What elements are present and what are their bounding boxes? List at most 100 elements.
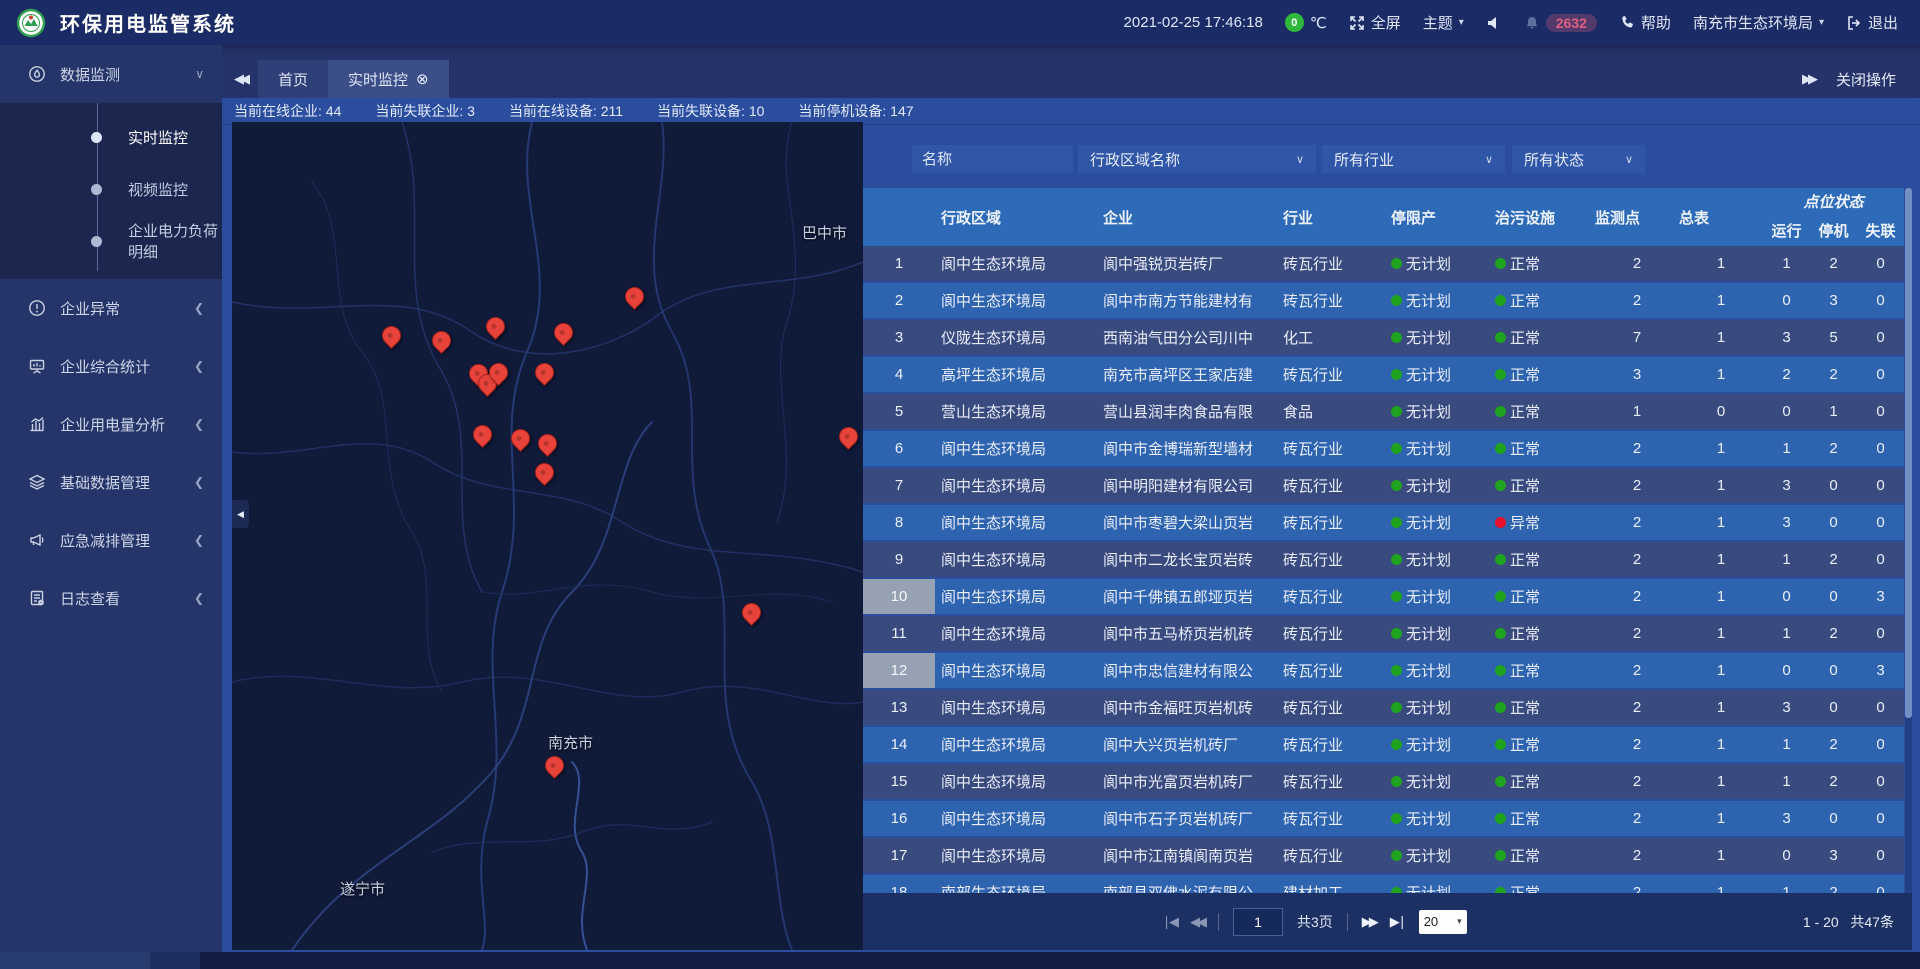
- prev-page-button[interactable]: ◀◀: [1190, 914, 1204, 930]
- name-filter-input[interactable]: [912, 151, 1073, 168]
- notifications[interactable]: 2632: [1524, 14, 1597, 32]
- cell-industry: 砖瓦行业: [1283, 431, 1391, 466]
- cell-treatment: 正常: [1495, 801, 1595, 836]
- status-dot-icon: [1495, 591, 1506, 602]
- sidebar-item-6[interactable]: 应急减排管理 ❮: [0, 511, 222, 569]
- cell-index: 3: [863, 320, 935, 355]
- page-number-input[interactable]: [1233, 908, 1283, 936]
- table-row[interactable]: 8阆中生态环境局阆中市枣碧大梁山页岩砖瓦行业无计划异常21300: [863, 505, 1904, 540]
- region-filter-select[interactable]: 行政区域名称 ∨: [1078, 145, 1316, 173]
- cell-stop-limit: 无计划: [1391, 431, 1495, 466]
- status-dot-icon: [1495, 739, 1506, 750]
- table-row[interactable]: 16阆中生态环境局阆中市石子页岩机砖厂砖瓦行业无计划正常21300: [863, 801, 1904, 836]
- scrollbar-thumb[interactable]: [1905, 188, 1912, 718]
- cell-company: 阆中市光富页岩机砖厂: [1103, 764, 1283, 799]
- sidebar-subitem[interactable]: 企业电力负荷明细: [0, 215, 222, 267]
- tab-close-icon[interactable]: ⊗: [416, 72, 429, 87]
- table-row[interactable]: 2阆中生态环境局阆中市南方节能建材有砖瓦行业无计划正常21030: [863, 283, 1904, 318]
- table-row[interactable]: 11阆中生态环境局阆中市五马桥页岩机砖砖瓦行业无计划正常21120: [863, 616, 1904, 651]
- sidebar-subitem[interactable]: 实时监控: [0, 111, 222, 163]
- sidebar-item-3[interactable]: 企业综合统计❮: [0, 337, 222, 395]
- status-filter-select[interactable]: 所有状态 ∨: [1512, 145, 1645, 173]
- sidebar-item-4[interactable]: 企业用电量分析❮: [0, 395, 222, 453]
- app-header: 环保用电监管系统 2021-02-25 17:46:18 0 ℃ 全屏 主题 ▾…: [0, 0, 1920, 45]
- cell-stop-limit: 无计划: [1391, 727, 1495, 762]
- cell-stopped: 0: [1810, 579, 1857, 614]
- help-button[interactable]: 帮助: [1619, 12, 1671, 33]
- table-row[interactable]: 12阆中生态环境局阆中市忠信建材有限公砖瓦行业无计划正常21003: [863, 653, 1904, 688]
- sidebar-item-label: 应急减排管理: [60, 530, 150, 551]
- status-dot-icon: [1391, 295, 1402, 306]
- cell-stopped: 5: [1810, 320, 1857, 355]
- industry-filter-select[interactable]: 所有行业 ∨: [1322, 145, 1505, 173]
- table-row[interactable]: 1阆中生态环境局阆中强锐页岩砖厂砖瓦行业无计划正常21120: [863, 246, 1904, 281]
- status-dot-icon: [1495, 628, 1506, 639]
- cell-offline: 0: [1857, 690, 1904, 725]
- fullscreen-button[interactable]: 全屏: [1349, 12, 1401, 33]
- name-filter-field[interactable]: [912, 145, 1073, 173]
- stat-item: 当前在线设备: 211: [509, 101, 623, 121]
- status-dot-icon: [1495, 665, 1506, 676]
- table-row[interactable]: 9阆中生态环境局阆中市二龙长宝页岩砖砖瓦行业无计划正常21120: [863, 542, 1904, 577]
- col-total-meter: 总表: [1679, 188, 1763, 246]
- table-row[interactable]: 15阆中生态环境局阆中市光富页岩机砖厂砖瓦行业无计划正常21120: [863, 764, 1904, 799]
- sidebar-subitem[interactable]: 视频监控: [0, 163, 222, 215]
- cell-industry: 砖瓦行业: [1283, 505, 1391, 540]
- tab-实时监控[interactable]: 实时监控⊗: [328, 60, 449, 98]
- next-page-button[interactable]: ▶▶: [1362, 914, 1376, 930]
- tabs-scroll-right-icon[interactable]: ▶▶: [1790, 60, 1826, 98]
- chevron-down-icon: ▾: [1457, 916, 1462, 927]
- org-menu[interactable]: 南充市生态环境局 ▾: [1693, 12, 1824, 33]
- stat-item: 当前失联企业: 3: [375, 101, 475, 121]
- mute-button[interactable]: [1486, 15, 1502, 31]
- table-row[interactable]: 10阆中生态环境局阆中千佛镇五郎垭页岩砖瓦行业无计划正常21003: [863, 579, 1904, 614]
- map-collapse-button[interactable]: ◀: [232, 500, 249, 528]
- sidebar-item-5[interactable]: 基础数据管理❮: [0, 453, 222, 511]
- cell-region: 阆中生态环境局: [935, 727, 1103, 762]
- cell-stopped: 2: [1810, 246, 1857, 281]
- table-row[interactable]: 3仪陇生态环境局西南油气田分公司川中化工无计划正常71350: [863, 320, 1904, 355]
- table-row[interactable]: 4高坪生态环境局南充市高坪区王家店建砖瓦行业无计划正常31220: [863, 357, 1904, 392]
- treatment-text: 正常: [1510, 475, 1540, 496]
- chevron-left-icon: ❮: [194, 533, 204, 547]
- close-operations-menu[interactable]: 关闭操作: [1826, 69, 1920, 90]
- sidebar-item-1[interactable]: 数据监测∨: [0, 45, 222, 103]
- page-size-select[interactable]: 20 ▾: [1419, 910, 1467, 934]
- cell-index: 15: [863, 764, 935, 799]
- map-canvas[interactable]: 巴中市南充市遂宁市 ◀: [232, 122, 863, 950]
- table-row[interactable]: 14阆中生态环境局阆中大兴页岩机砖厂砖瓦行业无计划正常21120: [863, 727, 1904, 762]
- tabs-scroll-left-icon[interactable]: ◀◀: [222, 60, 258, 98]
- chevron-left-icon: ❮: [194, 591, 204, 605]
- col-index: [863, 188, 935, 246]
- cell-monitor-points: 1: [1595, 394, 1679, 429]
- theme-menu[interactable]: 主题 ▾: [1423, 12, 1464, 33]
- table-row[interactable]: 13阆中生态环境局阆中市金福旺页岩机砖砖瓦行业无计划正常21300: [863, 690, 1904, 725]
- table-row[interactable]: 17阆中生态环境局阆中市江南镇阆南页岩砖瓦行业无计划正常21030: [863, 838, 1904, 873]
- table-row[interactable]: 18南部生态环境局南部县双佛水泥有限公建材加工无计划正常21120: [863, 875, 1904, 893]
- tab-首页[interactable]: 首页: [258, 60, 328, 98]
- logout-button[interactable]: 退出: [1846, 12, 1898, 33]
- cell-region: 阆中生态环境局: [935, 579, 1103, 614]
- cell-region: 阆中生态环境局: [935, 616, 1103, 651]
- first-page-button[interactable]: ❘◀: [1161, 914, 1176, 930]
- sidebar-item-2[interactable]: 企业异常❮: [0, 279, 222, 337]
- status-dot-icon: [1391, 332, 1402, 343]
- table-row[interactable]: 6阆中生态环境局阆中市金博瑞新型墙材砖瓦行业无计划正常21120: [863, 431, 1904, 466]
- temperature: 0 ℃: [1285, 13, 1327, 32]
- cell-index: 4: [863, 357, 935, 392]
- sidebar-item-7[interactable]: 日志查看❮: [0, 569, 222, 627]
- stop-limit-text: 无计划: [1406, 845, 1451, 866]
- status-dot-icon: [1495, 850, 1506, 861]
- status-dot-icon: [1391, 591, 1402, 602]
- chevron-down-icon: ∨: [1625, 153, 1645, 166]
- tab-bar: ◀◀ 首页实时监控⊗ ▶▶ 关闭操作: [222, 45, 1920, 98]
- cell-offline: 3: [1857, 653, 1904, 688]
- cell-offline: 0: [1857, 542, 1904, 577]
- cell-stop-limit: 无计划: [1391, 579, 1495, 614]
- table-row[interactable]: 5营山生态环境局营山县润丰肉食品有限食品无计划正常10010: [863, 394, 1904, 429]
- logout-label: 退出: [1868, 12, 1898, 33]
- last-page-button[interactable]: ▶❘: [1390, 914, 1405, 930]
- cell-treatment: 异常: [1495, 505, 1595, 540]
- table-scrollbar[interactable]: [1905, 188, 1912, 893]
- table-row[interactable]: 7阆中生态环境局阆中明阳建材有限公司砖瓦行业无计划正常21300: [863, 468, 1904, 503]
